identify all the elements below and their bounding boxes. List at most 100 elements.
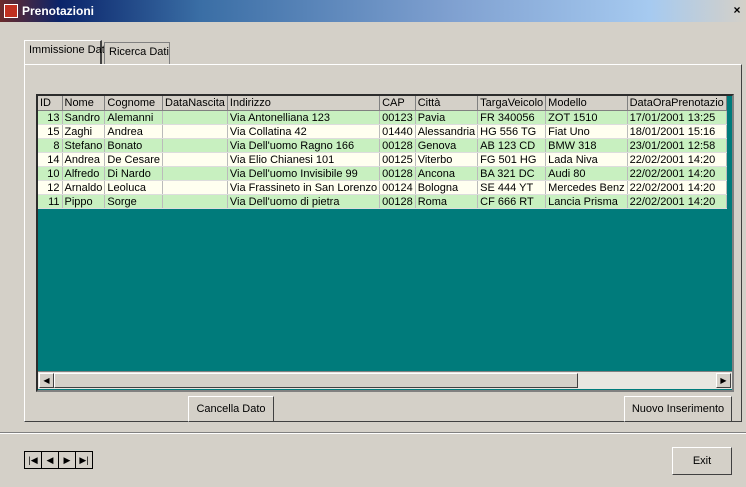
next-record-icon[interactable]: ▶ — [58, 451, 76, 469]
cell-indirizzo[interactable]: Via Dell'uomo Ragno 166 — [227, 138, 381, 153]
cell-cap[interactable]: 01440 — [379, 124, 416, 139]
tab-ricerca-dati[interactable]: Ricerca Dati — [104, 42, 170, 64]
cell-nome[interactable]: Stefano — [62, 138, 106, 153]
col-header-id[interactable]: ID — [38, 96, 63, 111]
prev-record-icon[interactable]: ◀ — [41, 451, 59, 469]
cell-datanascita[interactable] — [162, 110, 228, 125]
cell-datanascita[interactable] — [162, 180, 228, 195]
cell-cap[interactable]: 00124 — [379, 180, 416, 195]
cell-datanascita[interactable] — [162, 138, 228, 153]
scroll-left-icon[interactable]: ◀ — [39, 373, 54, 388]
cell-id[interactable]: 12 — [38, 180, 63, 195]
cell-targa[interactable]: AB 123 CD — [477, 138, 547, 153]
cell-id[interactable]: 10 — [38, 166, 63, 181]
cell-dataora[interactable]: 22/02/2001 14:20 — [627, 194, 727, 209]
cell-citta[interactable]: Viterbo — [415, 152, 479, 167]
cell-datanascita[interactable] — [162, 152, 228, 167]
cell-cap[interactable]: 00125 — [379, 152, 416, 167]
table-row[interactable]: 14 Andrea De Cesare Via Elio Chianesi 101 00… — [38, 152, 727, 167]
cell-datanascita[interactable] — [162, 194, 228, 209]
cell-modello[interactable]: Lancia Prisma — [545, 194, 628, 209]
scroll-thumb[interactable] — [54, 373, 578, 388]
table-row[interactable]: 8 Stefano Bonato Via Dell'uomo Ragno 166 001… — [38, 138, 727, 153]
cell-id[interactable]: 13 — [38, 110, 63, 125]
cell-datanascita[interactable] — [162, 124, 228, 139]
cell-citta[interactable]: Roma — [415, 194, 479, 209]
last-record-icon[interactable]: ▶| — [75, 451, 93, 469]
cell-citta[interactable]: Genova — [415, 138, 479, 153]
cell-indirizzo[interactable]: Via Elio Chianesi 101 — [227, 152, 381, 167]
cell-nome[interactable]: Andrea — [62, 152, 106, 167]
cell-id[interactable]: 14 — [38, 152, 63, 167]
close-icon[interactable]: × — [730, 3, 744, 17]
cell-citta[interactable]: Alessandria — [415, 124, 479, 139]
cell-dataora[interactable]: 22/02/2001 14:20 — [627, 166, 727, 181]
table-row[interactable]: 15 Zaghi Andrea Via Collatina 42 01440 Alessa… — [38, 124, 727, 139]
new-entry-button[interactable]: Nuovo Inserimento — [624, 396, 732, 422]
col-header-indirizzo[interactable]: Indirizzo — [227, 96, 381, 111]
cell-cap[interactable]: 00128 — [379, 138, 416, 153]
cell-indirizzo[interactable]: Via Dell'uomo di pietra — [227, 194, 381, 209]
col-header-targa[interactable]: TargaVeicolo — [477, 96, 547, 111]
cell-nome[interactable]: Arnaldo — [62, 180, 106, 195]
cell-citta[interactable]: Bologna — [415, 180, 479, 195]
cell-modello[interactable]: BMW 318 — [545, 138, 628, 153]
cell-indirizzo[interactable]: Via Frassineto in San Lorenzo — [227, 180, 381, 195]
scroll-right-icon[interactable]: ▶ — [716, 373, 731, 388]
cell-dataora[interactable]: 18/01/2001 15:16 — [627, 124, 727, 139]
cell-modello[interactable]: Audi 80 — [545, 166, 628, 181]
cell-cognome[interactable]: Andrea — [104, 124, 163, 139]
cell-citta[interactable]: Ancona — [415, 166, 479, 181]
table-row[interactable]: 13 Sandro Alemanni Via Antonelliana 123 0012… — [38, 110, 727, 125]
cell-cap[interactable]: 00128 — [379, 194, 416, 209]
cell-cognome[interactable]: Alemanni — [104, 110, 163, 125]
cell-modello[interactable]: Fiat Uno — [545, 124, 628, 139]
cell-nome[interactable]: Zaghi — [62, 124, 106, 139]
table-row[interactable]: 12 Arnaldo Leoluca Via Frassineto in San Lo… — [38, 180, 727, 195]
cell-cognome[interactable]: Sorge — [104, 194, 163, 209]
cell-cap[interactable]: 00123 — [379, 110, 416, 125]
col-header-datanascita[interactable]: DataNascita — [162, 96, 228, 111]
col-header-dataora[interactable]: DataOraPrenotazio — [627, 96, 727, 111]
delete-button[interactable]: Cancella Dato — [188, 396, 274, 422]
cell-nome[interactable]: Sandro — [62, 110, 106, 125]
horizontal-scrollbar[interactable]: ◀ ▶ — [38, 371, 732, 389]
cell-nome[interactable]: Pippo — [62, 194, 106, 209]
cell-targa[interactable]: HG 556 TG — [477, 124, 547, 139]
cell-cap[interactable]: 00128 — [379, 166, 416, 181]
cell-id[interactable]: 8 — [38, 138, 63, 153]
cell-dataora[interactable]: 22/02/2001 14:20 — [627, 180, 727, 195]
col-header-cap[interactable]: CAP — [379, 96, 416, 111]
data-grid[interactable]: ID Nome Cognome DataNascita Indirizzo CA… — [36, 94, 734, 392]
table-row[interactable]: 11 Pippo Sorge Via Dell'uomo di pietra 00128… — [38, 194, 727, 209]
col-header-citta[interactable]: Città — [415, 96, 479, 111]
cell-dataora[interactable]: 23/01/2001 12:58 — [627, 138, 727, 153]
cell-cognome[interactable]: Di Nardo — [104, 166, 163, 181]
cell-datanascita[interactable] — [162, 166, 228, 181]
cell-indirizzo[interactable]: Via Collatina 42 — [227, 124, 381, 139]
cell-targa[interactable]: SE 444 YT — [477, 180, 547, 195]
cell-modello[interactable]: ZOT 1510 — [545, 110, 628, 125]
cell-cognome[interactable]: Bonato — [104, 138, 163, 153]
table-row[interactable]: 10 Alfredo Di Nardo Via Dell'uomo Invisibil… — [38, 166, 727, 181]
cell-cognome[interactable]: De Cesare — [104, 152, 163, 167]
col-header-modello[interactable]: Modello — [545, 96, 628, 111]
cell-citta[interactable]: Pavia — [415, 110, 479, 125]
cell-indirizzo[interactable]: Via Antonelliana 123 — [227, 110, 381, 125]
tab-immissione-dati[interactable]: Immissione Dati — [24, 40, 107, 64]
exit-button[interactable]: Exit — [672, 447, 732, 475]
cell-nome[interactable]: Alfredo — [62, 166, 106, 181]
cell-id[interactable]: 11 — [38, 194, 63, 209]
cell-dataora[interactable]: 22/02/2001 14:20 — [627, 152, 727, 167]
cell-modello[interactable]: Lada Niva — [545, 152, 628, 167]
col-header-cognome[interactable]: Cognome — [104, 96, 163, 111]
cell-id[interactable]: 15 — [38, 124, 63, 139]
cell-targa[interactable]: FG 501 HG — [477, 152, 547, 167]
cell-targa[interactable]: BA 321 DC — [477, 166, 547, 181]
cell-targa[interactable]: CF 666 RT — [477, 194, 547, 209]
cell-indirizzo[interactable]: Via Dell'uomo Invisibile 99 — [227, 166, 381, 181]
cell-modello[interactable]: Mercedes Benz — [545, 180, 628, 195]
col-header-nome[interactable]: Nome — [62, 96, 106, 111]
first-record-icon[interactable]: |◀ — [24, 451, 42, 469]
cell-cognome[interactable]: Leoluca — [104, 180, 163, 195]
